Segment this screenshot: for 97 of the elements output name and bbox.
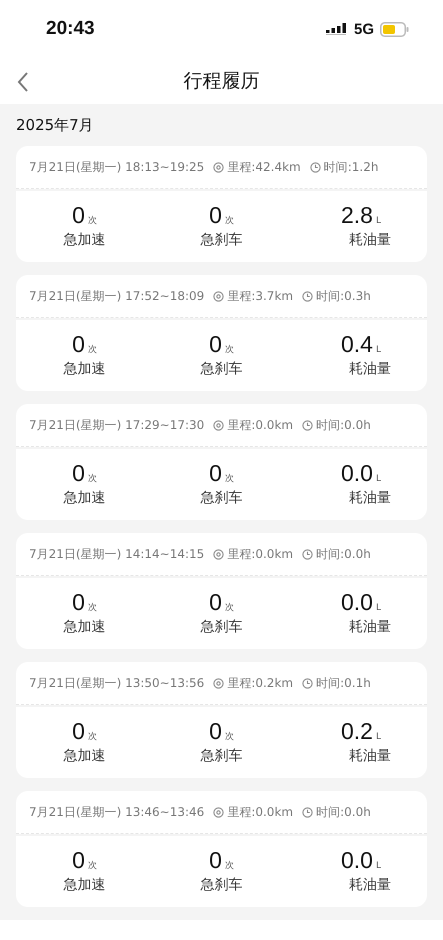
stat-unit: 次 bbox=[88, 860, 97, 872]
stat-value: 0 bbox=[72, 847, 85, 874]
stat-value: 0 bbox=[72, 718, 85, 745]
trip-header[interactable]: 7月21日(星期一) 17:52~18:09 里程:3.7km 时间:0.3h bbox=[16, 275, 427, 318]
clock-icon bbox=[302, 290, 314, 302]
location-pin-icon bbox=[213, 162, 224, 172]
stat-unit: L bbox=[376, 603, 381, 613]
trip-header[interactable]: 7月21日(星期一) 17:29~17:30 里程:0.0km 时间:0.0h bbox=[16, 404, 427, 447]
signal-icon bbox=[326, 23, 348, 35]
battery-icon bbox=[380, 22, 409, 36]
trip-distance: 里程:42.4km bbox=[227, 158, 301, 176]
location-pin-icon bbox=[213, 290, 224, 302]
stat-label: 急刹车 bbox=[200, 231, 242, 249]
stat-unit: L bbox=[376, 216, 381, 226]
clock-icon bbox=[302, 420, 314, 430]
stat-label: 耗油量 bbox=[349, 747, 391, 765]
trip-duration: 时间:0.0h bbox=[316, 546, 371, 562]
stat-label: 急加速 bbox=[64, 747, 106, 765]
clock-icon bbox=[302, 806, 314, 818]
stat-label: 急加速 bbox=[64, 876, 106, 894]
stat-value: 0 bbox=[209, 847, 222, 874]
stat-unit: L bbox=[376, 345, 381, 355]
stat-label: 急加速 bbox=[64, 618, 106, 636]
trip-header[interactable]: 7月21日(星期一) 14:14~14:15 里程:0.0km 时间:0.0h bbox=[16, 533, 427, 576]
stat-value: 0.4 bbox=[341, 331, 373, 358]
stat-value: 0 bbox=[209, 460, 222, 487]
stat-unit: 次 bbox=[88, 730, 97, 743]
trip-duration: 时间:0.0h bbox=[316, 804, 371, 820]
stat-unit: L bbox=[376, 474, 381, 484]
clock-icon bbox=[302, 548, 314, 560]
stat-value: 0.0 bbox=[341, 460, 373, 487]
location-pin-icon bbox=[213, 420, 224, 430]
stat-unit: 次 bbox=[224, 214, 234, 227]
stat-label: 急加速 bbox=[64, 489, 106, 507]
stat-value: 0 bbox=[72, 460, 85, 487]
stat-unit: L bbox=[376, 861, 381, 871]
stat-label: 耗油量 bbox=[349, 489, 391, 507]
stat-unit: 次 bbox=[224, 860, 234, 872]
trip-date: 7月21日(星期一) 17:52~18:09 bbox=[29, 288, 204, 304]
stat-label: 急刹车 bbox=[200, 876, 242, 894]
trip-duration: 时间:0.1h bbox=[316, 674, 371, 692]
trip-distance: 里程:0.2km bbox=[227, 674, 294, 692]
trip-header[interactable]: 7月21日(星期一) 13:46~13:46 里程:0.0km 时间:0.0h bbox=[16, 791, 427, 834]
back-button[interactable] bbox=[16, 71, 30, 93]
trip-duration: 时间:0.0h bbox=[316, 416, 371, 434]
stat-label: 耗油量 bbox=[349, 876, 391, 894]
network-label: 5G bbox=[354, 20, 374, 38]
trip-date: 7月21日(星期一) 13:46~13:46 bbox=[29, 804, 204, 820]
stat-label: 耗油量 bbox=[349, 231, 391, 249]
stat-label: 耗油量 bbox=[349, 618, 391, 636]
month-heading: 2025年7月 bbox=[16, 115, 95, 136]
stat-value: 2.8 bbox=[341, 202, 373, 229]
location-pin-icon bbox=[213, 548, 224, 560]
stat-label: 急刹车 bbox=[200, 489, 242, 507]
stat-unit: 次 bbox=[224, 344, 234, 356]
stat-unit: 次 bbox=[88, 344, 97, 356]
trip-duration: 时间:1.2h bbox=[324, 158, 378, 176]
stat-value: 0 bbox=[209, 331, 222, 358]
trip-date: 7月21日(星期一) 18:13~19:25 bbox=[29, 158, 204, 176]
stat-unit: 次 bbox=[224, 602, 234, 614]
trip-distance: 里程:3.7km bbox=[227, 288, 294, 304]
stat-unit: 次 bbox=[88, 214, 97, 227]
clock-icon bbox=[310, 162, 321, 172]
location-pin-icon bbox=[213, 678, 224, 688]
stat-value: 0 bbox=[72, 202, 85, 229]
stat-label: 耗油量 bbox=[349, 360, 391, 378]
stat-unit: 次 bbox=[224, 730, 234, 743]
trip-header[interactable]: 7月21日(星期一) 18:13~19:25 里程:42.4km 时间:1.2h bbox=[16, 146, 427, 189]
stat-label: 急刹车 bbox=[200, 618, 242, 636]
stat-value: 0 bbox=[209, 202, 222, 229]
stat-unit: 次 bbox=[224, 472, 234, 485]
stat-label: 急加速 bbox=[64, 231, 106, 249]
trip-date: 7月21日(星期一) 13:50~13:56 bbox=[29, 674, 204, 692]
trip-date: 7月21日(星期一) 17:29~17:30 bbox=[29, 416, 204, 434]
trip-distance: 里程:0.0km bbox=[227, 804, 294, 820]
stat-label: 急刹车 bbox=[200, 747, 242, 765]
trip-distance: 里程:0.0km bbox=[227, 546, 294, 562]
location-pin-icon bbox=[213, 806, 224, 818]
stat-unit: 次 bbox=[88, 472, 97, 485]
stat-value: 0.0 bbox=[341, 847, 373, 874]
status-time: 20:43 bbox=[46, 18, 95, 40]
trip-header[interactable]: 7月21日(星期一) 13:50~13:56 里程:0.2km 时间:0.1h bbox=[16, 662, 427, 705]
stat-value: 0.2 bbox=[341, 718, 373, 745]
stat-value: 0 bbox=[72, 331, 85, 358]
stat-value: 0 bbox=[209, 589, 222, 616]
trip-distance: 里程:0.0km bbox=[227, 416, 294, 434]
stat-unit: 次 bbox=[88, 602, 97, 614]
trip-duration: 时间:0.3h bbox=[316, 288, 371, 304]
stat-label: 急刹车 bbox=[200, 360, 242, 378]
stat-value: 0 bbox=[209, 718, 222, 745]
clock-icon bbox=[302, 678, 314, 688]
stat-value: 0.0 bbox=[341, 589, 373, 616]
page-title: 行程履历 bbox=[184, 69, 260, 94]
trip-date: 7月21日(星期一) 14:14~14:15 bbox=[29, 546, 204, 562]
stat-label: 急加速 bbox=[64, 360, 106, 378]
stat-unit: L bbox=[376, 732, 381, 742]
stat-value: 0 bbox=[72, 589, 85, 616]
